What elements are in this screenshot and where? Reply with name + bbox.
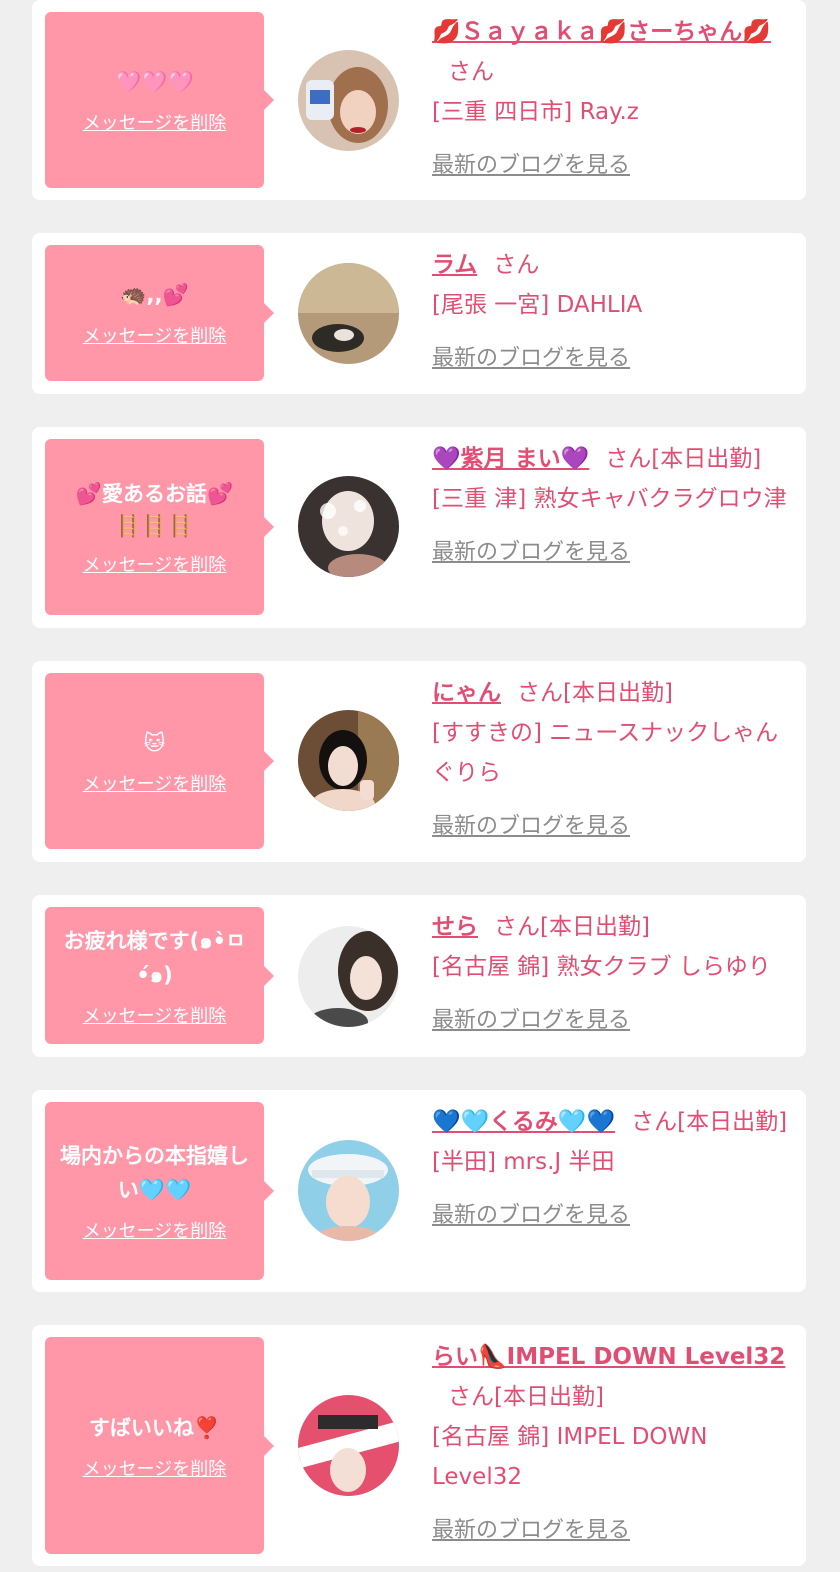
- profile-name-link[interactable]: 💋Ｓａｙａｋａ💋さーちゃん💋: [432, 19, 771, 45]
- delete-message-link[interactable]: メッセージを削除: [83, 1455, 227, 1481]
- blog-link[interactable]: 最新のブログを見る: [432, 533, 630, 573]
- list-item: すばいいね❣️ メッセージを削除 らい👠IMPEL DOWN Level32 さん…: [32, 1325, 806, 1566]
- message-bubble: 場内からの本指嬉しい🩵🩵 メッセージを削除: [45, 1102, 274, 1280]
- profile-info: らい👠IMPEL DOWN Level32 さん[本日出勤] [名古屋 錦] IM…: [432, 1337, 798, 1551]
- shop-label: [三重 津] 熟女キャバクラグロウ津: [432, 486, 787, 512]
- profile-name-link[interactable]: にゃん: [432, 680, 501, 706]
- profile-name-link[interactable]: らい👠IMPEL DOWN Level32: [432, 1344, 785, 1370]
- avatar[interactable]: [298, 50, 399, 151]
- honorific: さん: [517, 680, 563, 706]
- avatar[interactable]: [298, 926, 399, 1027]
- status-badge: [本日出勤]: [651, 446, 762, 472]
- list-item: 🐱 メッセージを削除 にゃん さん[本日出勤] [すすきの] ニュースナックしゃん…: [32, 661, 806, 862]
- delete-message-link[interactable]: メッセージを削除: [83, 551, 227, 577]
- honorific: さん: [448, 59, 494, 85]
- delete-message-link[interactable]: メッセージを削除: [83, 109, 227, 135]
- list-item: お疲れ様です(๑•̀ㅁ•́๑) メッセージを削除 せら さん[本日出勤] [名古屋…: [32, 895, 806, 1057]
- shop-label: [名古屋 錦] 熟女クラブ しらゆり: [432, 954, 771, 980]
- profile-name-link[interactable]: 💙🩵くるみ🩵💙: [432, 1109, 615, 1135]
- message-list: 🩷🩷🩷 メッセージを削除 💋Ｓａｙａｋａ💋さーちゃん💋 さん [三重 四日市] R…: [0, 0, 840, 1572]
- shop-label: [尾張 一宮] DAHLIA: [432, 292, 643, 318]
- status-badge: [本日出勤]: [563, 680, 673, 706]
- honorific: さん: [605, 446, 652, 472]
- status-badge: [本日出勤]: [494, 1384, 604, 1410]
- profile-info: せら さん[本日出勤] [名古屋 錦] 熟女クラブ しらゆり 最新のブログを見る: [432, 907, 798, 1041]
- profile-name-link[interactable]: せら: [432, 914, 478, 940]
- profile-info: 💋Ｓａｙａｋａ💋さーちゃん💋 さん [三重 四日市] Ray.z 最新のブログを見…: [432, 12, 798, 186]
- message-bubble: お疲れ様です(๑•̀ㅁ•́๑) メッセージを削除: [45, 907, 274, 1044]
- blog-link[interactable]: 最新のブログを見る: [432, 1196, 630, 1236]
- profile-name-link[interactable]: ラム: [432, 252, 477, 278]
- delete-message-link[interactable]: メッセージを削除: [83, 770, 227, 796]
- message-text-emoji: 🪜🪜🪜: [115, 514, 194, 538]
- delete-message-link[interactable]: メッセージを削除: [83, 1217, 227, 1243]
- message-text: お疲れ様です(๑•̀ㅁ•́๑): [63, 928, 246, 987]
- profile-info: 💙🩵くるみ🩵💙 さん[本日出勤] [半田] mrs.J 半田 最新のブログを見る: [432, 1102, 798, 1236]
- honorific: さん: [448, 1384, 494, 1410]
- profile-info: にゃん さん[本日出勤] [すすきの] ニュースナックしゃんぐりら 最新のブログを…: [432, 673, 798, 847]
- message-bubble: 🐱 メッセージを削除: [45, 673, 274, 849]
- status-badge: [本日出勤]: [677, 1109, 788, 1135]
- message-text: すばいいね❣️: [88, 1415, 221, 1440]
- profile-info: ラム さん [尾張 一宮] DAHLIA 最新のブログを見る: [432, 245, 798, 379]
- list-item: 🦔,,💕 メッセージを削除 ラム さん [尾張 一宮] DAHLIA 最新のブログ…: [32, 233, 806, 394]
- avatar[interactable]: [298, 710, 399, 811]
- blog-link[interactable]: 最新のブログを見る: [432, 1511, 630, 1551]
- list-item: 💕愛あるお話💕 🪜🪜🪜 メッセージを削除 💜紫月 まい💜 さん[本日出勤] [三重…: [32, 427, 806, 628]
- shop-label: [すすきの] ニュースナックしゃんぐりら: [432, 720, 779, 786]
- message-text: 場内からの本指嬉しい🩵🩵: [60, 1144, 249, 1202]
- profile-name-link[interactable]: 💜紫月 まい💜: [432, 446, 589, 472]
- avatar[interactable]: [298, 263, 399, 364]
- delete-message-link[interactable]: メッセージを削除: [83, 322, 227, 348]
- honorific: さん: [494, 914, 540, 940]
- message-bubble: 💕愛あるお話💕 🪜🪜🪜 メッセージを削除: [45, 439, 274, 615]
- blog-link[interactable]: 最新のブログを見る: [432, 1001, 630, 1041]
- message-text: 🩷🩷🩷: [115, 70, 194, 94]
- avatar[interactable]: [298, 1395, 399, 1496]
- blog-link[interactable]: 最新のブログを見る: [432, 807, 630, 847]
- message-text: 🦔,,💕: [120, 283, 189, 307]
- message-bubble: 🦔,,💕 メッセージを削除: [45, 245, 274, 381]
- list-item: 🩷🩷🩷 メッセージを削除 💋Ｓａｙａｋａ💋さーちゃん💋 さん [三重 四日市] R…: [32, 0, 806, 200]
- status-badge: [本日出勤]: [540, 914, 650, 940]
- avatar[interactable]: [298, 1140, 399, 1241]
- honorific: さん: [631, 1109, 678, 1135]
- blog-link[interactable]: 最新のブログを見る: [432, 339, 630, 379]
- shop-label: [三重 四日市] Ray.z: [432, 99, 639, 125]
- honorific: さん: [493, 252, 540, 278]
- avatar[interactable]: [298, 476, 399, 577]
- blog-link[interactable]: 最新のブログを見る: [432, 146, 630, 186]
- message-text: 🐱: [143, 731, 166, 755]
- message-bubble: すばいいね❣️ メッセージを削除: [45, 1337, 274, 1554]
- shop-label: [名古屋 錦] IMPEL DOWN Level32: [432, 1424, 708, 1490]
- message-text: 💕愛あるお話💕: [75, 482, 234, 506]
- list-item: 場内からの本指嬉しい🩵🩵 メッセージを削除 💙🩵くるみ🩵💙 さん[本日出勤] [半…: [32, 1090, 806, 1292]
- profile-info: 💜紫月 まい💜 さん[本日出勤] [三重 津] 熟女キャバクラグロウ津 最新のブロ…: [432, 439, 798, 573]
- shop-label: [半田] mrs.J 半田: [432, 1149, 615, 1175]
- message-bubble: 🩷🩷🩷 メッセージを削除: [45, 12, 274, 188]
- delete-message-link[interactable]: メッセージを削除: [83, 1002, 227, 1028]
